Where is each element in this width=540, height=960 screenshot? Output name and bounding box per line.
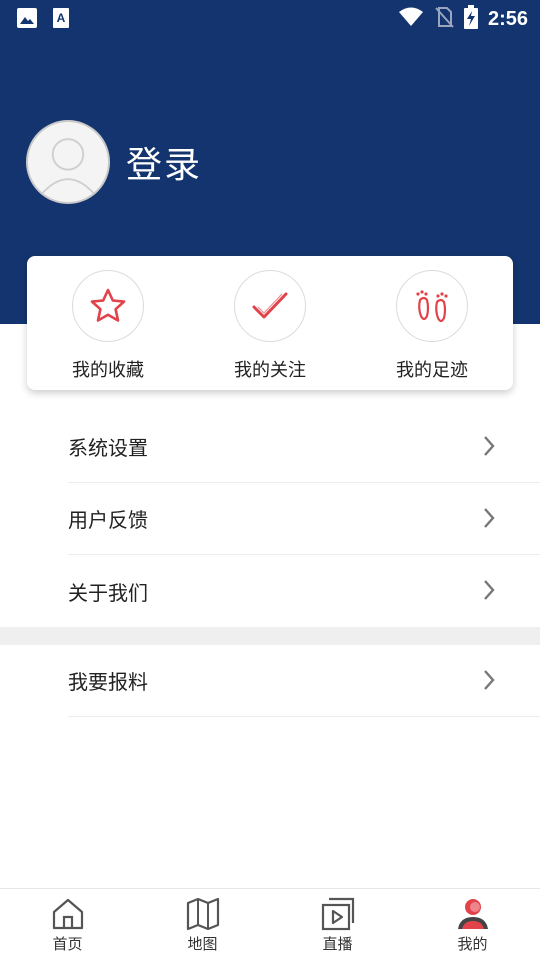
- favorites-label: 我的收藏: [72, 360, 144, 381]
- chevron-right-icon: [484, 436, 495, 456]
- avatar[interactable]: [26, 120, 110, 204]
- tab-label: 地图: [187, 935, 218, 953]
- tab-home[interactable]: 首页: [0, 889, 135, 960]
- quick-actions-card: 我的收藏 我的关注 我的足迹: [27, 256, 513, 390]
- play-icon: [321, 897, 354, 931]
- menu-item-label: 用户反馈: [68, 508, 148, 532]
- star-icon: [72, 270, 144, 342]
- tab-label: 首页: [52, 935, 83, 953]
- tab-label: 直播: [322, 935, 353, 953]
- menu-item-system-settings[interactable]: 系统设置: [68, 411, 540, 483]
- menu-item-user-feedback[interactable]: 用户反馈: [68, 483, 540, 555]
- status-time: 2:56: [487, 7, 528, 30]
- check-icon: [234, 270, 306, 342]
- chevron-right-icon: [484, 508, 495, 528]
- following-label: 我的关注: [234, 360, 306, 381]
- report-menu: 我要报料: [0, 645, 540, 717]
- tab-mine[interactable]: 我的: [405, 889, 540, 960]
- chevron-right-icon: [484, 580, 495, 600]
- default-avatar-icon: [40, 138, 96, 196]
- history-label: 我的足迹: [396, 360, 468, 381]
- history-button[interactable]: 我的足迹: [351, 256, 513, 390]
- tab-live[interactable]: 直播: [270, 889, 405, 960]
- login-label[interactable]: 登录: [126, 136, 202, 188]
- no-sim-icon: [434, 6, 454, 32]
- image-notification-icon: [16, 7, 38, 33]
- menu-item-about-us[interactable]: 关于我们: [68, 555, 540, 627]
- wifi-icon: [398, 6, 424, 32]
- home-icon: [52, 898, 83, 930]
- status-bar: A 2:56: [0, 0, 540, 36]
- menu-item-label: 我要报料: [68, 670, 148, 694]
- chevron-right-icon: [484, 670, 495, 690]
- svg-text:A: A: [57, 11, 66, 25]
- tab-label: 我的: [457, 935, 488, 953]
- section-divider: [0, 627, 540, 645]
- following-button[interactable]: 我的关注: [189, 256, 351, 390]
- map-icon: [186, 897, 219, 931]
- battery-charging-icon: [463, 5, 478, 33]
- bottom-tab-bar: 首页 地图 直播 我的: [0, 888, 540, 960]
- menu-item-submit-tip[interactable]: 我要报料: [68, 645, 540, 717]
- menu-item-label: 系统设置: [68, 436, 148, 460]
- favorites-button[interactable]: 我的收藏: [27, 256, 189, 390]
- menu-item-label: 关于我们: [68, 580, 148, 605]
- footprint-icon: [396, 270, 468, 342]
- settings-menu: 系统设置 用户反馈 关于我们: [0, 411, 540, 627]
- user-icon: [457, 899, 488, 929]
- login-entry[interactable]: 登录: [26, 120, 202, 204]
- a-notification-icon: A: [52, 7, 70, 33]
- tab-map[interactable]: 地图: [135, 889, 270, 960]
